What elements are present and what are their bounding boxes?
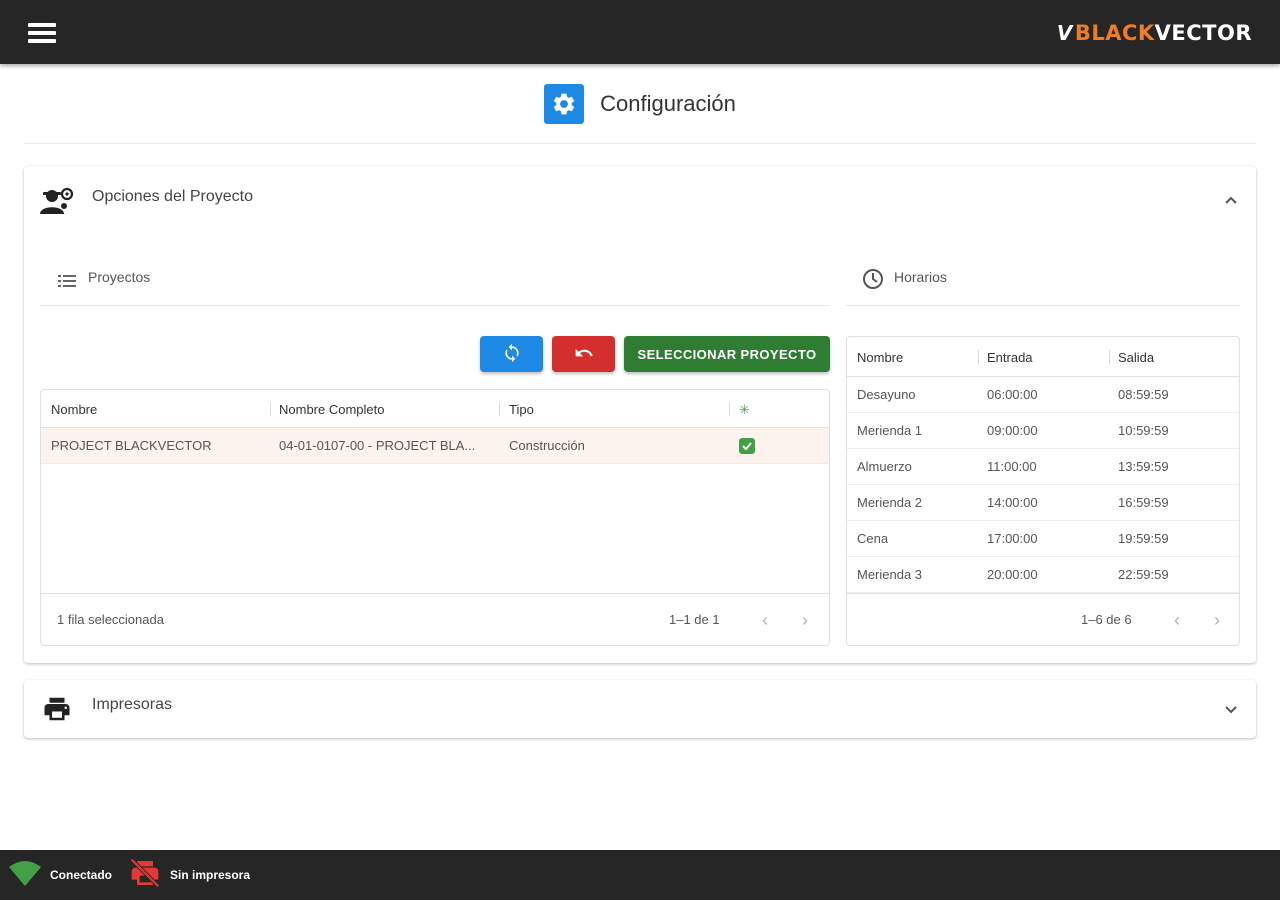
column-header-nombre-completo[interactable]: Nombre Completo xyxy=(279,402,385,417)
cell-salida: 10:59:59 xyxy=(1118,423,1169,438)
wifi-icon xyxy=(8,859,42,892)
cell-nombre: Almuerzo xyxy=(857,459,912,474)
printer-status-label: Sin impresora xyxy=(170,868,251,882)
table-footer: 1 fila seleccionada 1–1 de 1 ‹ › xyxy=(41,593,829,645)
menu-icon-bar xyxy=(28,31,56,35)
printer-icon xyxy=(40,694,76,724)
connection-status: Conectado xyxy=(8,850,112,900)
project-options-label: Opciones del Proyecto xyxy=(92,188,253,205)
chevron-left-icon[interactable]: ‹ xyxy=(753,608,777,632)
cell-salida: 22:59:59 xyxy=(1118,567,1169,582)
column-separator[interactable] xyxy=(978,350,979,364)
cell-entrada: 14:00:00 xyxy=(987,495,1038,510)
chevron-up-icon[interactable] xyxy=(1224,192,1238,204)
page-header: Configuración xyxy=(24,64,1256,144)
printer-off-icon xyxy=(128,857,162,894)
column-header-nombre[interactable]: Nombre xyxy=(857,350,903,365)
cell-nombre: Merienda 2 xyxy=(857,495,923,510)
user-settings-icon xyxy=(40,186,76,216)
cell-entrada: 09:00:00 xyxy=(987,423,1038,438)
cell-nombre: Merienda 1 xyxy=(857,423,923,438)
app-bar: V BLACK VECTOR xyxy=(0,0,1280,64)
undo-icon xyxy=(573,343,595,366)
cell-tipo: Construcción xyxy=(509,438,585,453)
table-header: Nombre Nombre Completo Tipo ✳ xyxy=(41,390,829,428)
horarios-section-label: Horarios xyxy=(894,269,947,285)
table-row[interactable]: Merienda 1 09:00:00 10:59:59 xyxy=(847,413,1239,449)
table-header: Nombre Entrada Salida xyxy=(847,337,1239,377)
logo-mark: V xyxy=(1056,21,1073,45)
cell-entrada: 11:00:00 xyxy=(987,459,1037,474)
table-row[interactable]: Cena 17:00:00 19:59:59 xyxy=(847,521,1239,557)
column-separator[interactable] xyxy=(729,402,730,416)
clock-icon xyxy=(862,268,884,290)
cell-entrada: 06:00:00 xyxy=(987,387,1038,402)
cell-salida: 16:59:59 xyxy=(1118,495,1169,510)
project-options-panel: Opciones del Proyecto Proyectos Horarios xyxy=(24,166,1256,663)
brand-logo: V BLACK VECTOR xyxy=(1057,18,1252,48)
project-options-header[interactable]: Opciones del Proyecto xyxy=(24,166,1256,226)
cell-nombre: Cena xyxy=(857,531,889,546)
pagination-range: 1–1 de 1 xyxy=(669,612,720,627)
table-footer: 1–6 de 6 ‹ › xyxy=(847,593,1239,645)
gear-icon xyxy=(544,83,585,124)
cell-entrada: 17:00:00 xyxy=(987,531,1038,546)
cell-nombre: PROJECT BLACKVECTOR xyxy=(51,438,212,453)
table-row[interactable]: PROJECT BLACKVECTOR 04-01-0107-00 - PROJ… xyxy=(41,428,829,464)
column-header-nombre[interactable]: Nombre xyxy=(51,402,97,417)
projects-section-header: Proyectos xyxy=(40,252,830,306)
printers-panel: Impresoras xyxy=(24,680,1256,738)
column-header-salida[interactable]: Salida xyxy=(1118,350,1154,365)
chevron-right-icon[interactable]: › xyxy=(1205,608,1229,632)
cell-nombre-completo: 04-01-0107-00 - PROJECT BLA... xyxy=(279,438,476,453)
cell-salida: 08:59:59 xyxy=(1118,387,1169,402)
page-title: Configuración xyxy=(600,90,736,116)
cell-nombre: Merienda 3 xyxy=(857,567,923,582)
check-icon xyxy=(739,438,755,454)
refresh-icon xyxy=(502,343,522,366)
cell-entrada: 20:00:00 xyxy=(987,567,1038,582)
column-header-entrada[interactable]: Entrada xyxy=(987,350,1033,365)
pagination-range: 1–6 de 6 xyxy=(1081,612,1132,627)
printers-label: Impresoras xyxy=(92,696,173,713)
table-row[interactable]: Merienda 2 14:00:00 16:59:59 xyxy=(847,485,1239,521)
cell-salida: 19:59:59 xyxy=(1118,531,1169,546)
select-project-button[interactable]: SELECCIONAR PROYECTO xyxy=(624,336,830,372)
menu-icon xyxy=(28,23,56,27)
list-icon xyxy=(58,274,76,287)
undo-button[interactable] xyxy=(552,336,615,372)
column-header-tipo[interactable]: Tipo xyxy=(509,402,534,417)
horarios-section-header: Horarios xyxy=(846,252,1240,306)
connection-label: Conectado xyxy=(50,868,113,882)
selected-rows-count: 1 fila seleccionada xyxy=(57,612,164,627)
column-header-active[interactable]: ✳ xyxy=(739,402,750,418)
chevron-down-icon[interactable] xyxy=(1224,702,1238,714)
printers-header[interactable]: Impresoras xyxy=(24,680,1256,738)
column-separator[interactable] xyxy=(1109,350,1110,364)
printer-status: Sin impresora xyxy=(128,850,250,900)
column-separator[interactable] xyxy=(270,402,271,416)
horarios-table: Nombre Entrada Salida Desayuno 06:00:00 … xyxy=(846,336,1240,646)
chevron-left-icon[interactable]: ‹ xyxy=(1165,608,1189,632)
refresh-button[interactable] xyxy=(480,336,543,372)
cell-nombre: Desayuno xyxy=(857,387,916,402)
column-separator[interactable] xyxy=(499,402,500,416)
menu-icon-bar xyxy=(28,39,56,43)
table-row[interactable]: Almuerzo 11:00:00 13:59:59 xyxy=(847,449,1239,485)
logo-text-vector: VECTOR xyxy=(1154,21,1252,45)
table-row[interactable]: Desayuno 06:00:00 08:59:59 xyxy=(847,377,1239,413)
menu-button[interactable] xyxy=(22,18,62,48)
cell-salida: 13:59:59 xyxy=(1118,459,1169,474)
projects-table: Nombre Nombre Completo Tipo ✳ PROJECT BL… xyxy=(40,389,830,646)
table-row[interactable]: Merienda 3 20:00:00 22:59:59 xyxy=(847,557,1239,593)
projects-section-label: Proyectos xyxy=(88,269,151,285)
logo-text-black: BLACK xyxy=(1074,21,1155,45)
status-bar: Conectado Sin impresora xyxy=(0,850,1280,900)
chevron-right-icon[interactable]: › xyxy=(793,608,817,632)
